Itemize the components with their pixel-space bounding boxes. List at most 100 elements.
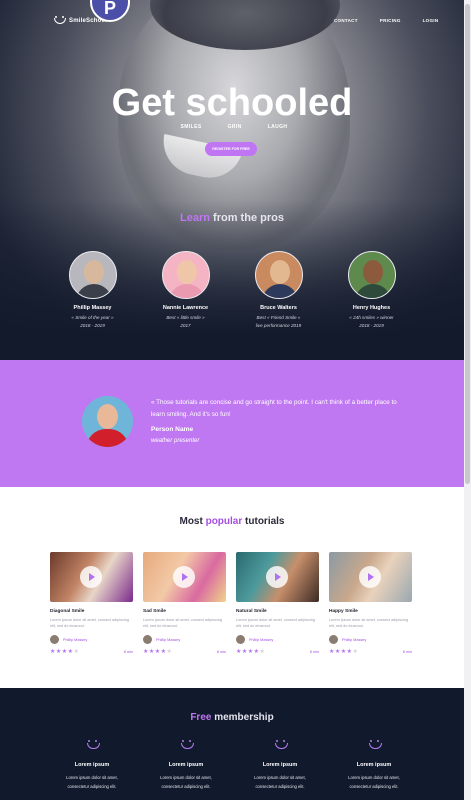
hero-title: Get schooled [111,82,353,124]
learn-heading: Learn from the pros [0,212,464,224]
membership-columns: Lorem ipsum Lorem ipsum dolor sit amet, c… [50,740,416,791]
card-desc: Lorem ipsum dolor sit amet, consect adip… [50,618,129,628]
membership-column: Lorem ipsum Lorem ipsum dolor sit amet, c… [144,740,228,791]
testimonial-section: « Those tutorials are concise and go str… [0,360,464,487]
card-desc: Lorem ipsum dolor sit amet, consect adip… [329,618,408,628]
card-meta: ★★★★★ 8 min [329,648,412,655]
tutorial-cards: Diagonal Smile Lorem ipsum dolor sit ame… [50,552,412,655]
testimonial-quote: « Those tutorials are concise and go str… [151,399,397,418]
star-rating: ★★★★★ [50,649,80,655]
membership-column: Lorem ipsum Lorem ipsum dolor sit amet, c… [238,740,322,791]
membership-column-text: Lorem ipsum dolor sit amet, consectetur a… [254,775,306,789]
tutorial-thumbnail[interactable] [236,552,319,602]
star-rating: ★★★★★ [143,649,173,655]
scrollbar-thumb[interactable] [465,4,470,484]
testimonial-role: weather presenter [151,438,200,444]
card-author[interactable]: Phillip Massey [143,635,226,644]
card-title: Happy Smile [329,609,358,614]
membership-column-heading: Lorem ipsum [168,762,204,768]
star-rating: ★★★★★ [236,649,266,655]
tutorials-highlight: popular [205,516,243,527]
membership-section: Free membership Lorem ipsum Lorem ipsum … [0,688,464,800]
card-title: Natural Smile [236,609,267,614]
duration: 8 min [123,649,133,654]
hero-tags: SMILES GRIN LAUGH [0,124,464,130]
card-title: Diagonal Smile [50,609,85,614]
pro-card[interactable]: Nannie Lawrence Best « little smile » 201… [139,251,232,330]
hero-tag-grin: GRIN [227,124,242,130]
pro-desc: « Smile of the year » 2018 - 2019 [71,315,114,328]
tutorial-thumbnail[interactable] [50,552,133,602]
card-desc: Lorem ipsum dolor sit amet, consect adip… [236,618,315,628]
pro-card[interactable]: Phillip Massey « Smile of the year » 2018… [46,251,139,330]
scrollbar[interactable] [464,0,471,800]
smile-icon [368,740,382,750]
hero-tag-smiles: SMILES [180,124,202,130]
avatar [82,396,133,447]
smile-icon [274,740,288,750]
pro-name: Bruce Walters [260,305,297,311]
testimonial-name: Person Name [151,426,194,433]
membership-highlight: Free [190,712,212,723]
membership-column-heading: Lorem ipsum [262,762,298,768]
avatar [329,635,338,644]
learn-rest: from the pros [210,212,284,224]
card-author[interactable]: Phillip Massey [236,635,319,644]
tutorial-card[interactable]: Sad Smile Lorem ipsum dolor sit amet, co… [143,552,226,655]
card-author[interactable]: Phillip Massey [329,635,412,644]
tutorial-thumbnail[interactable] [329,552,412,602]
author-name: Phillip Massey [249,637,274,642]
membership-column-heading: Lorem ipsum [74,762,110,768]
membership-heading: Free membership [190,712,274,723]
pro-name: Henry Hughes [352,305,391,311]
nav-pricing[interactable]: PRICING [380,18,401,23]
card-desc: Lorem ipsum dolor sit amet, consect adip… [143,618,222,628]
card-author[interactable]: Phillip Massey [50,635,133,644]
tutorial-thumbnail[interactable] [143,552,226,602]
author-name: Phillip Massey [342,637,367,642]
tutorial-card[interactable]: Diagonal Smile Lorem ipsum dolor sit ame… [50,552,133,655]
tutorial-card[interactable]: Natural Smile Lorem ipsum dolor sit amet… [236,552,319,655]
nav-login[interactable]: LOGIN [423,18,439,23]
play-icon[interactable] [359,566,381,588]
duration: 8 min [216,649,226,654]
avatar [50,635,59,644]
avatar [236,635,245,644]
play-icon[interactable] [80,566,102,588]
star-rating: ★★★★★ [329,649,359,655]
card-meta: ★★★★★ 8 min [143,648,226,655]
author-name: Phillip Massey [63,637,88,642]
duration: 8 min [309,649,319,654]
register-button[interactable]: REGISTER FOR FREE [205,142,257,156]
membership-column-heading: Lorem ipsum [356,762,392,768]
pro-card[interactable]: Bruce Walters Best « Friend Smile » live … [232,251,325,330]
pros-list: Phillip Massey « Smile of the year » 2018… [46,251,418,330]
avatar [68,251,117,299]
duration: 8 min [402,649,412,654]
card-title: Sad Smile [143,609,166,614]
learn-highlight: Learn [180,212,210,224]
tutorial-card[interactable]: Happy Smile Lorem ipsum dolor sit amet, … [329,552,412,655]
membership-column: Lorem ipsum Lorem ipsum dolor sit amet, c… [50,740,134,791]
play-icon[interactable] [266,566,288,588]
hero-section: SmileSchool CONTACT PRICING LOGIN Get sc… [0,0,464,360]
pro-name: Phillip Massey [73,305,112,311]
membership-column-text: Lorem ipsum dolor sit amet, consectetur a… [160,775,212,789]
tutorials-heading: Most popular tutorials [179,516,285,527]
hero-tag-laugh: LAUGH [267,124,288,130]
membership-column-text: Lorem ipsum dolor sit amet, consectetur a… [348,775,400,789]
smile-icon [86,740,100,750]
pro-desc: « 24h smiles » winner 2018 - 2019 [349,315,394,328]
pro-card[interactable]: Henry Hughes « 24h smiles » winner 2018 -… [325,251,418,330]
pro-desc: Best « little smile » 2017 [166,315,205,328]
top-nav: CONTACT PRICING LOGIN [334,18,438,23]
play-icon[interactable] [173,566,195,588]
pro-name: Nannie Lawrence [162,305,209,311]
nav-contact[interactable]: CONTACT [334,18,358,23]
avatar [254,251,303,299]
membership-column-text: Lorem ipsum dolor sit amet, consectetur a… [66,775,118,789]
pro-desc: Best « Friend Smile » live performance 20… [255,315,302,328]
smile-icon [180,740,194,750]
smile-logo-icon [53,16,66,25]
author-name: Phillip Massey [156,637,181,642]
